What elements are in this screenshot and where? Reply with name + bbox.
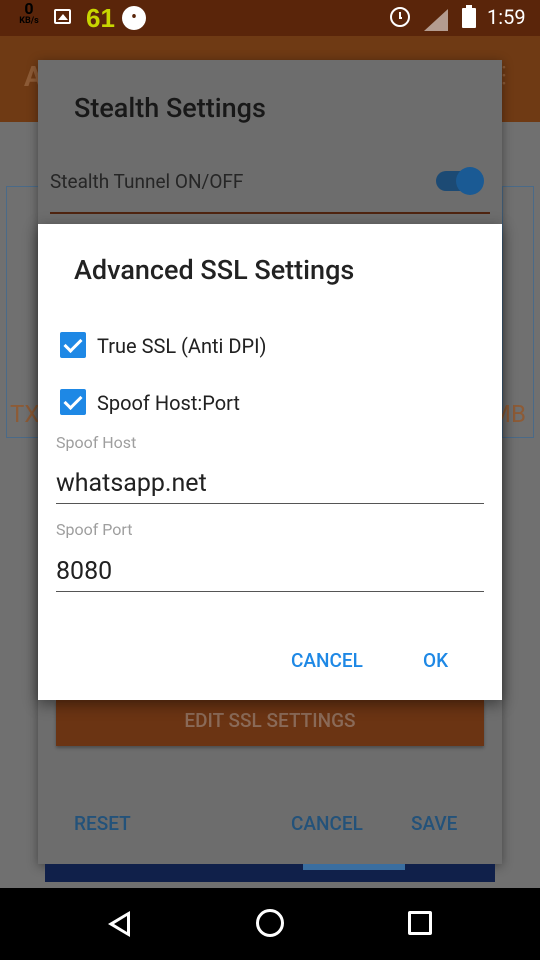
true-ssl-checkbox[interactable]: [60, 332, 86, 358]
spoof-host-input[interactable]: [56, 466, 484, 500]
hotspot-icon: [122, 6, 146, 30]
true-ssl-label[interactable]: True SSL (Anti DPI): [97, 334, 267, 358]
reset-button[interactable]: RESET: [74, 812, 131, 835]
ok-button[interactable]: OK: [423, 649, 448, 672]
home-icon[interactable]: [256, 909, 284, 937]
tx-label: TX: [10, 400, 40, 428]
stealth-tunnel-label: Stealth Tunnel ON/OFF: [50, 170, 244, 193]
spoof-host-label: Spoof Host: [56, 433, 137, 452]
spoof-host-port-checkbox[interactable]: [60, 389, 86, 415]
spoof-host-port-label[interactable]: Spoof Host:Port: [97, 391, 240, 415]
notification-count: 61: [86, 3, 115, 33]
signal-icon: [424, 9, 448, 31]
toggle-thumb[interactable]: [456, 167, 484, 195]
save-button[interactable]: SAVE: [411, 812, 457, 835]
status-time: 1:59: [487, 5, 526, 29]
advanced-ssl-settings-dialog: [38, 224, 502, 700]
network-speed-unit: KB/s: [19, 16, 39, 26]
stealth-settings-title: Stealth Settings: [74, 92, 266, 124]
gallery-icon: [54, 9, 71, 24]
spoof-host-underline: [56, 503, 484, 504]
status-bar: [0, 0, 540, 36]
spoof-port-underline: [56, 591, 484, 592]
background-image-accent: [303, 864, 405, 870]
spoof-port-input[interactable]: [56, 554, 484, 588]
battery-icon: [462, 5, 476, 28]
background-image-strip: [45, 864, 495, 882]
ssl-cancel-button[interactable]: CANCEL: [291, 649, 363, 672]
network-speed-value: 0: [24, 0, 34, 18]
alarm-icon: [390, 7, 410, 27]
stealth-cancel-button[interactable]: CANCEL: [291, 812, 363, 835]
divider: [50, 212, 490, 214]
advanced-ssl-settings-title: Advanced SSL Settings: [74, 254, 355, 286]
edit-ssl-settings-button[interactable]: EDIT SSL SETTINGS: [56, 700, 484, 746]
network-speed-indicator: 0 KB/s: [14, 0, 44, 27]
recent-apps-icon[interactable]: [408, 911, 432, 935]
spoof-port-label: Spoof Port: [56, 520, 133, 539]
back-icon-inner: [114, 916, 127, 932]
